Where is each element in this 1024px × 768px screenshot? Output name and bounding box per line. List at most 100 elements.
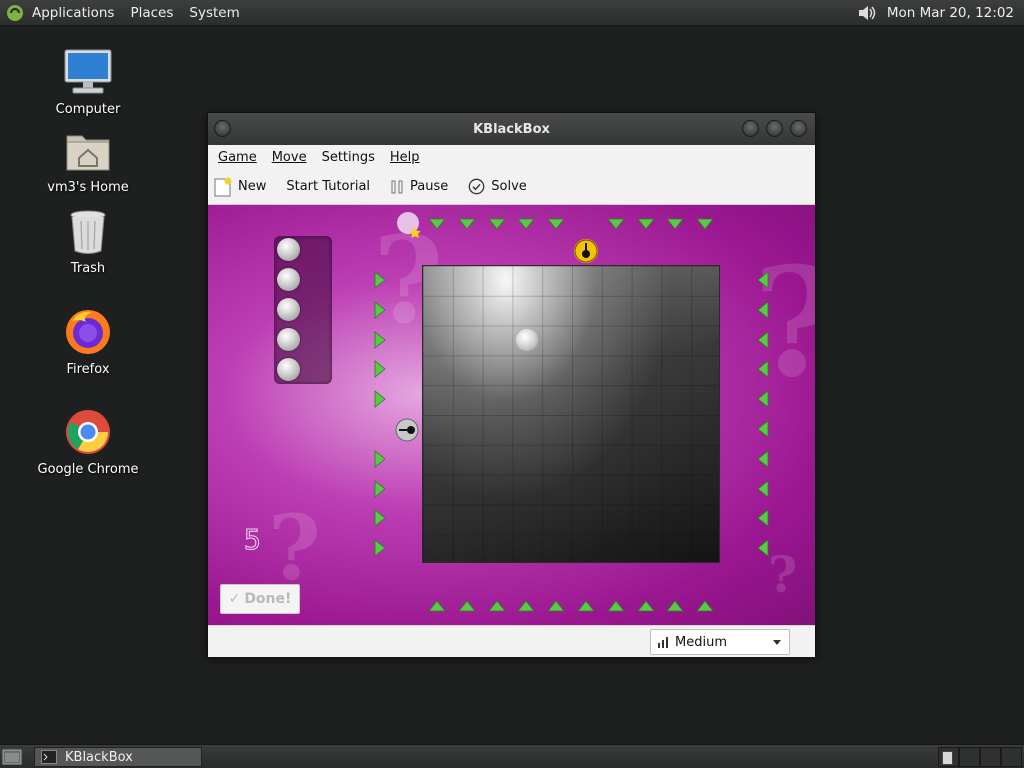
volume-icon[interactable] <box>855 2 877 24</box>
laser-arrow-left[interactable] <box>370 538 390 558</box>
menu-settings[interactable]: Settings <box>322 150 375 165</box>
maximize-button[interactable] <box>766 120 783 137</box>
laser-arrow-top[interactable] <box>457 214 477 234</box>
desktop-icon-label: Firefox <box>66 362 110 377</box>
laser-arrow-bottom[interactable] <box>427 596 447 616</box>
laser-arrow-left[interactable] <box>370 479 390 499</box>
laser-arrow-right[interactable] <box>753 449 773 469</box>
trash-icon <box>70 210 106 254</box>
laser-arrow-top[interactable] <box>665 214 685 234</box>
check-circle-icon <box>468 178 485 195</box>
toolbar: New Start Tutorial Pause Solve <box>208 169 815 205</box>
places-menu[interactable]: Places <box>130 5 173 21</box>
remaining-ball <box>277 358 300 381</box>
laser-arrow-left[interactable] <box>370 270 390 290</box>
remaining-ball <box>277 298 300 321</box>
laser-arrow-right[interactable] <box>753 389 773 409</box>
minimize-button[interactable] <box>742 120 759 137</box>
system-menu[interactable]: System <box>189 5 239 21</box>
top-panel: Applications Places System Mon Mar 20, 1… <box>0 0 1024 26</box>
laser-arrow-bottom[interactable] <box>636 596 656 616</box>
laser-arrow-left[interactable] <box>370 300 390 320</box>
laser-arrow-top[interactable] <box>695 214 715 234</box>
laser-arrow-left[interactable] <box>370 330 390 350</box>
pause-button[interactable]: Pause <box>390 179 448 194</box>
laser-arrow-top[interactable] <box>636 214 656 234</box>
laser-arrow-left[interactable] <box>370 359 390 379</box>
laser-arrow-right[interactable] <box>753 538 773 558</box>
taskbar-item-kblackbox[interactable]: KBlackBox <box>34 747 202 767</box>
desktop-icon-label: vm3's Home <box>47 180 129 195</box>
laser-arrow-bottom[interactable] <box>487 596 507 616</box>
remaining-ball <box>277 238 300 261</box>
applications-menu[interactable]: Applications <box>32 5 114 21</box>
laser-arrow-left[interactable] <box>370 389 390 409</box>
clock[interactable]: Mon Mar 20, 12:02 <box>887 5 1014 21</box>
pause-icon <box>391 180 403 193</box>
window-menu-button[interactable] <box>214 120 231 137</box>
menu-game[interactable]: Game <box>218 150 257 165</box>
laser-arrow-right[interactable] <box>753 359 773 379</box>
kblackbox-window: KBlackBox Game Move Settings Help New St… <box>207 112 816 657</box>
black-box-grid[interactable] <box>422 265 720 563</box>
computer-icon <box>64 49 112 94</box>
guessed-ball[interactable] <box>516 329 538 351</box>
laser-result-marker <box>574 239 598 263</box>
difficulty-select[interactable]: Medium <box>650 629 790 655</box>
desktop-icon-label: Computer <box>55 102 121 117</box>
laser-arrow-top[interactable] <box>427 214 447 234</box>
workspace-4[interactable] <box>1001 747 1022 767</box>
desktop-icon-computer[interactable]: Computer <box>33 46 143 117</box>
window-title: KBlackBox <box>473 121 550 137</box>
laser-arrow-right[interactable] <box>753 330 773 350</box>
laser-arrow-bottom[interactable] <box>546 596 566 616</box>
desktop-icon-trash[interactable]: Trash <box>33 209 143 276</box>
score-display: 5 <box>244 523 262 557</box>
laser-arrow-left[interactable] <box>370 449 390 469</box>
check-icon: ✓ <box>228 591 241 607</box>
new-button[interactable]: New <box>214 177 266 197</box>
laser-arrow-right[interactable] <box>753 419 773 439</box>
workspace-1[interactable] <box>938 747 959 767</box>
laser-arrow-right[interactable] <box>753 508 773 528</box>
laser-arrow-bottom[interactable] <box>516 596 536 616</box>
workspace-switcher[interactable] <box>938 747 1022 767</box>
laser-arrow-bottom[interactable] <box>665 596 685 616</box>
show-desktop-icon[interactable] <box>2 748 22 766</box>
window-titlebar[interactable]: KBlackBox <box>208 113 815 145</box>
workspace-2[interactable] <box>959 747 980 767</box>
laser-arrow-bottom[interactable] <box>576 596 596 616</box>
workspace-3[interactable] <box>980 747 1001 767</box>
laser-arrow-right[interactable] <box>753 300 773 320</box>
desktop-icon-firefox[interactable]: Firefox <box>33 308 143 377</box>
menu-move[interactable]: Move <box>272 150 307 165</box>
laser-arrow-bottom[interactable] <box>695 596 715 616</box>
bottom-panel: KBlackBox <box>0 744 1024 768</box>
desktop-icon-chrome[interactable]: Google Chrome <box>33 408 143 477</box>
laser-arrow-top[interactable] <box>487 214 507 234</box>
game-board: ? ? ? ? <box>208 205 815 625</box>
laser-arrow-left[interactable] <box>370 508 390 528</box>
new-document-icon <box>214 177 232 196</box>
close-button[interactable] <box>790 120 807 137</box>
laser-arrow-right[interactable] <box>753 479 773 499</box>
solve-button[interactable]: Solve <box>468 178 527 195</box>
menubar: Game Move Settings Help <box>208 145 815 169</box>
done-button[interactable]: ✓ Done! <box>220 584 300 614</box>
laser-arrow-top[interactable] <box>546 214 566 234</box>
start-tutorial-button[interactable]: Start Tutorial <box>286 179 370 194</box>
chrome-icon <box>66 410 110 454</box>
laser-arrow-top[interactable] <box>606 214 626 234</box>
laser-arrow-right[interactable] <box>753 270 773 290</box>
remaining-ball <box>277 268 300 291</box>
laser-result-marker <box>395 418 419 442</box>
desktop-icon-label: Google Chrome <box>37 462 139 477</box>
statusbar: Medium <box>208 625 815 657</box>
decorative-question-mark: ? <box>753 235 815 411</box>
laser-arrow-bottom[interactable] <box>606 596 626 616</box>
desktop-icon-home[interactable]: vm3's Home <box>33 128 143 195</box>
laser-arrow-bottom[interactable] <box>457 596 477 616</box>
laser-arrow-top[interactable] <box>516 214 536 234</box>
menu-help[interactable]: Help <box>390 150 420 165</box>
mate-logo-icon[interactable] <box>6 4 24 22</box>
